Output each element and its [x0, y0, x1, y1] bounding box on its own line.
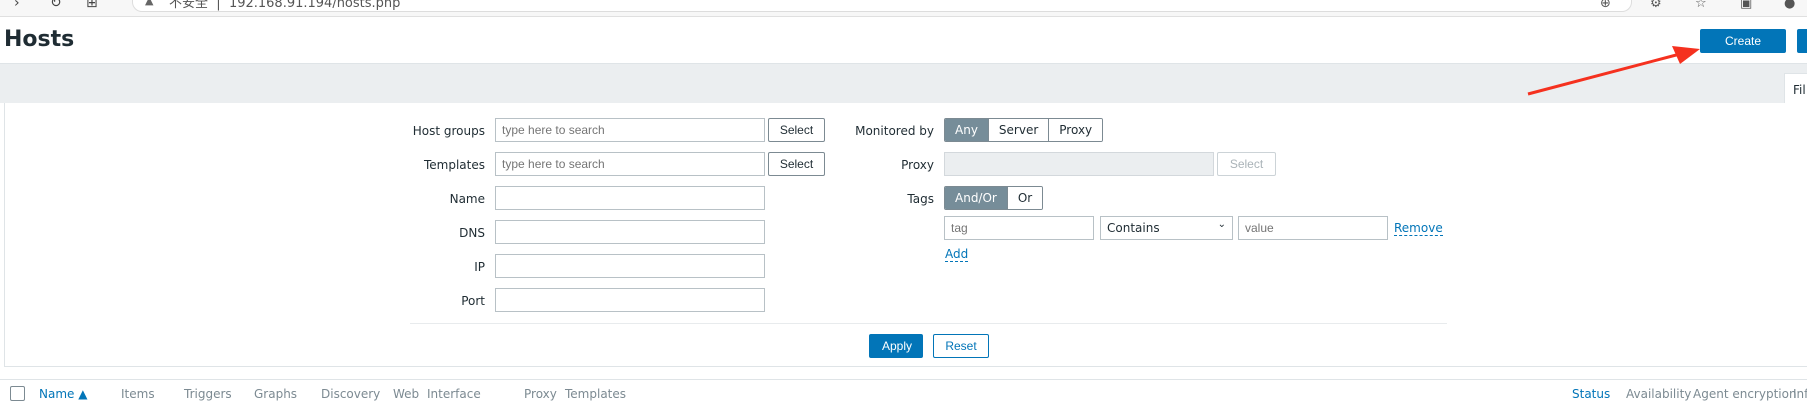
column-status[interactable]: Status	[1572, 387, 1610, 401]
name-input[interactable]	[495, 186, 765, 210]
column-info: Inf	[1793, 387, 1807, 401]
reset-button[interactable]: Reset	[933, 334, 989, 358]
tag-value-input[interactable]	[1238, 216, 1388, 240]
collections-icon[interactable]: ▣	[1740, 0, 1752, 11]
column-discovery: Discovery	[321, 387, 381, 401]
proxy-input	[944, 152, 1214, 176]
proxy-select-button: Select	[1217, 152, 1276, 176]
ip-input[interactable]	[495, 254, 765, 278]
filter-panel	[4, 103, 1807, 367]
tag-operator-select[interactable]: Contains ⌄	[1100, 216, 1233, 240]
hosts-table-header: Name ▲ Items Triggers Graphs Discovery W…	[0, 379, 1807, 408]
favorites-icon[interactable]: ☆	[1695, 0, 1707, 11]
column-availability: Availability	[1626, 387, 1692, 401]
column-templates: Templates	[565, 387, 627, 401]
forward-icon[interactable]: ›	[14, 0, 20, 11]
templates-input[interactable]	[495, 152, 765, 176]
host-groups-label: Host groups	[412, 124, 485, 138]
column-triggers: Triggers	[184, 387, 232, 401]
dns-input[interactable]	[495, 220, 765, 244]
monitored-by-label: Monitored by	[855, 124, 934, 138]
page-title: Hosts	[4, 27, 75, 52]
browser-toolbar: › ↻ ⊞ ▲ 不安全 | 192.168.91.194/hosts.php ⊕…	[0, 0, 1807, 17]
tag-add-link[interactable]: Add	[945, 247, 969, 262]
tags-and-or[interactable]: And/Or	[945, 187, 1008, 209]
tag-name-input[interactable]	[944, 216, 1094, 240]
tabs-icon[interactable]: ⊞	[86, 0, 98, 11]
templates-label: Templates	[423, 158, 485, 172]
profile-icon[interactable]: ●	[1784, 0, 1795, 11]
reload-icon[interactable]: ↻	[50, 0, 62, 11]
name-label: Name	[449, 192, 485, 206]
import-button[interactable]	[1797, 29, 1807, 53]
monitored-by-toggle: Any Server Proxy	[944, 118, 1104, 142]
extensions-icon[interactable]: ⚙	[1650, 0, 1662, 11]
select-all-checkbox[interactable]	[10, 386, 25, 401]
column-interface: Interface	[427, 387, 481, 401]
filter-divider	[410, 323, 1447, 324]
dns-label: DNS	[459, 226, 485, 240]
address-bar[interactable]: ▲ 不安全 | 192.168.91.194/hosts.php	[132, 0, 1632, 12]
tags-label: Tags	[907, 192, 934, 206]
apply-button[interactable]: Apply	[869, 334, 923, 358]
host-groups-input[interactable]	[495, 118, 765, 142]
column-agent-encryption: Agent encryption	[1693, 387, 1797, 401]
tag-operator-value: Contains	[1107, 221, 1160, 235]
translate-icon[interactable]: ⊕	[1600, 0, 1611, 11]
tag-remove-link[interactable]: Remove	[1394, 221, 1443, 236]
port-label: Port	[461, 294, 485, 308]
address-text[interactable]: 不安全 | 192.168.91.194/hosts.php	[169, 0, 400, 11]
monitored-by-any[interactable]: Any	[945, 119, 989, 141]
annotation-arrow-head	[1672, 46, 1700, 64]
ip-label: IP	[474, 260, 485, 274]
proxy-label: Proxy	[901, 158, 934, 172]
port-input[interactable]	[495, 288, 765, 312]
filter-tab[interactable]: Fil	[1784, 73, 1807, 105]
column-proxy: Proxy	[524, 387, 557, 401]
insecure-warning-icon[interactable]: ▲	[145, 0, 153, 7]
tags-or[interactable]: Or	[1007, 187, 1043, 209]
create-host-button[interactable]: Create host	[1700, 29, 1786, 70]
column-items: Items	[121, 387, 155, 401]
monitored-by-proxy[interactable]: Proxy	[1049, 119, 1103, 141]
filter-header	[0, 63, 1807, 103]
chevron-down-icon: ⌄	[1217, 219, 1226, 230]
monitored-by-server[interactable]: Server	[988, 119, 1050, 141]
tags-evaltype-toggle: And/Or Or	[944, 186, 1044, 210]
column-graphs: Graphs	[254, 387, 298, 401]
column-web: Web	[393, 387, 420, 401]
column-name[interactable]: Name ▲	[39, 387, 87, 401]
